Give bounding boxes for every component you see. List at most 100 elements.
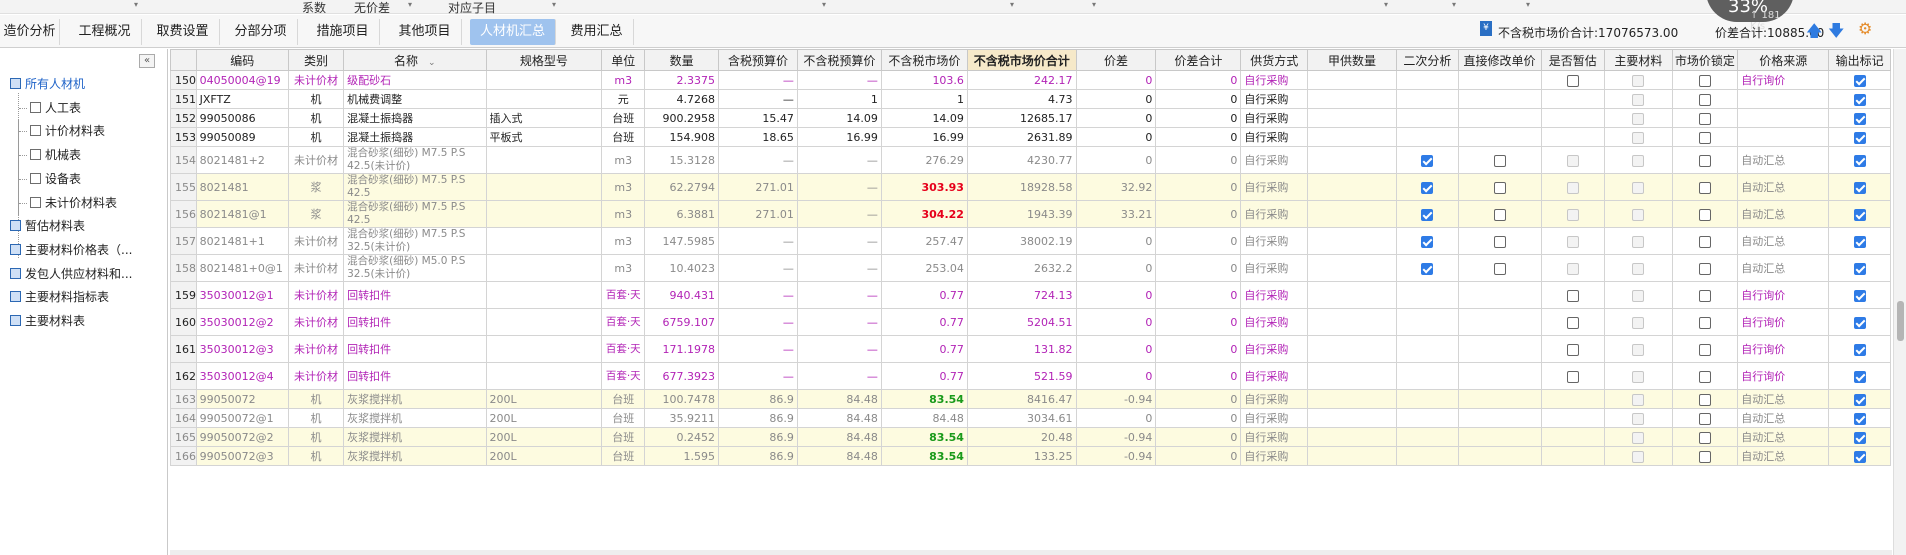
cell-temp[interactable] [1540, 108, 1606, 128]
column-header[interactable]: 名称 ⌄ [343, 49, 487, 71]
cell-market[interactable]: 16.99 [880, 127, 968, 147]
cell-cat[interactable]: 未计价材 [287, 70, 345, 90]
column-header[interactable]: 市场价锁定 [1671, 49, 1739, 71]
tab-labor-material-machine[interactable]: 人材机汇总 [470, 19, 556, 45]
checkbox-temp[interactable] [1566, 343, 1579, 356]
cell-jia-qty[interactable] [1306, 427, 1398, 447]
cell-direct[interactable] [1457, 446, 1542, 466]
checkbox-lock[interactable] [1698, 412, 1711, 425]
cell-diff-total[interactable]: 0 [1155, 308, 1242, 336]
cell-jia-qty[interactable] [1306, 408, 1398, 428]
cell-temp[interactable] [1540, 362, 1606, 390]
cell-jia-qty[interactable] [1306, 446, 1398, 466]
cell-spec[interactable] [485, 89, 603, 109]
cell-market-total[interactable]: 133.25 [966, 446, 1077, 466]
cell-price-source[interactable]: 自动汇总 [1737, 408, 1830, 428]
cell-output[interactable] [1828, 408, 1891, 428]
cell-qty[interactable]: 1.595 [644, 446, 720, 466]
table-row[interactable]: 156 8021481@1 浆混合砂浆(细砂) M7.5 P.S 42.5 m3 6.3… [170, 200, 1891, 228]
cell-main[interactable] [1604, 254, 1673, 282]
cell-tax-budget[interactable]: — [718, 362, 798, 390]
cell-main[interactable] [1604, 446, 1673, 466]
cell-price-source[interactable]: 自动汇总 [1737, 200, 1830, 228]
sort-icon[interactable]: ⌄ [428, 58, 436, 68]
column-header[interactable]: 数量 [644, 49, 720, 71]
cell-market[interactable]: 14.09 [880, 108, 968, 128]
cell-lock[interactable] [1671, 389, 1739, 409]
cell-unit[interactable]: 台班 [601, 127, 646, 147]
cell-name[interactable]: 回转扣件 [343, 335, 487, 363]
cell-second[interactable] [1396, 200, 1459, 228]
cell-qty[interactable]: 15.3128 [644, 146, 720, 174]
row-number[interactable]: 164 [170, 408, 197, 428]
cell-output[interactable] [1828, 146, 1891, 174]
cell-temp[interactable] [1540, 200, 1606, 228]
tab-sub-items[interactable]: 分部分项 [224, 19, 298, 45]
cell-cat[interactable]: 机 [287, 89, 345, 109]
cell-unit[interactable]: m3 [601, 227, 646, 255]
cell-notax-budget[interactable]: 84.48 [796, 408, 882, 428]
column-header[interactable] [170, 49, 197, 71]
table-row[interactable]: 166 99050072@3 机灰浆搅拌机 200L 台班 1.595 86.9 84.48 8… [170, 446, 1891, 466]
tab-fee-settings[interactable]: 取费设置 [146, 19, 220, 45]
cell-direct[interactable] [1457, 70, 1542, 90]
cell-jia-qty[interactable] [1306, 127, 1398, 147]
table-row[interactable]: 163 99050072 机灰浆搅拌机 200L 台班 100.7478 86.9 84.48… [170, 389, 1891, 409]
cell-second[interactable] [1396, 408, 1459, 428]
cell-temp[interactable] [1540, 427, 1606, 447]
cell-market-total[interactable]: 20.48 [966, 427, 1077, 447]
cell-lock[interactable] [1671, 362, 1739, 390]
cell-cat[interactable]: 机 [287, 427, 345, 447]
cell-tax-budget[interactable]: 86.9 [718, 408, 798, 428]
cell-direct[interactable] [1457, 408, 1542, 428]
cell-diff[interactable]: 0 [1075, 408, 1157, 428]
cell-price-source[interactable]: 自动汇总 [1737, 146, 1830, 174]
cell-diff[interactable]: 0 [1075, 146, 1157, 174]
cell-supply[interactable]: 自行采购 [1240, 173, 1308, 201]
checkbox-lock[interactable] [1698, 74, 1711, 87]
cell-price-source[interactable] [1737, 89, 1830, 109]
cell-supply[interactable]: 自行采购 [1240, 146, 1308, 174]
cell-diff-total[interactable]: 0 [1155, 446, 1242, 466]
cell-market[interactable]: 103.6 [880, 70, 968, 90]
row-number[interactable]: 161 [170, 335, 197, 363]
cell-price-source[interactable]: 自行询价 [1737, 335, 1830, 363]
cell-tax-budget[interactable]: — [718, 146, 798, 174]
table-row[interactable]: 161 35030012@3 未计价材 回转扣件 百套·天 171.1978— —0.77 1… [170, 335, 1891, 363]
cell-main[interactable] [1604, 408, 1673, 428]
cell-supply[interactable]: 自行采购 [1240, 89, 1308, 109]
cell-second[interactable] [1396, 70, 1459, 90]
checkbox-lock[interactable] [1698, 93, 1711, 106]
cell-second[interactable] [1396, 308, 1459, 336]
cell-output[interactable] [1828, 389, 1891, 409]
dropdown-arrow-icon[interactable]: ▾ [1526, 0, 1530, 9]
cell-second[interactable] [1396, 173, 1459, 201]
tree-node[interactable]: 未计价材料表 [30, 193, 117, 213]
cell-direct[interactable] [1457, 108, 1542, 128]
row-number[interactable]: 156 [170, 200, 197, 228]
cell-diff[interactable]: 33.21 [1075, 200, 1157, 228]
row-number[interactable]: 157 [170, 227, 197, 255]
checkbox-lock[interactable] [1698, 208, 1711, 221]
cell-lock[interactable] [1671, 446, 1739, 466]
cell-unit[interactable]: 百套·天 [601, 281, 646, 309]
cell-price-source[interactable] [1737, 127, 1830, 147]
row-number[interactable]: 166 [170, 446, 197, 466]
cell-main[interactable] [1604, 362, 1673, 390]
cell-market-total[interactable]: 5204.51 [966, 308, 1077, 336]
checkbox-second[interactable] [1421, 181, 1434, 194]
row-number[interactable]: 155 [170, 173, 197, 201]
cell-price-source[interactable]: 自行询价 [1737, 362, 1830, 390]
cell-second[interactable] [1396, 254, 1459, 282]
cell-name[interactable]: 机械费调整 [343, 89, 487, 109]
cell-price-source[interactable]: 自动汇总 [1737, 173, 1830, 201]
cell-tax-budget[interactable]: 271.01 [718, 200, 798, 228]
cell-output[interactable] [1828, 70, 1891, 90]
cell-direct[interactable] [1457, 308, 1542, 336]
cell-tax-budget[interactable]: — [718, 281, 798, 309]
cell-diff-total[interactable]: 0 [1155, 427, 1242, 447]
checkbox-lock[interactable] [1698, 431, 1711, 444]
cell-supply[interactable]: 自行采购 [1240, 427, 1308, 447]
column-header[interactable]: 单位 [601, 49, 646, 71]
checkbox-lock[interactable] [1698, 154, 1711, 167]
